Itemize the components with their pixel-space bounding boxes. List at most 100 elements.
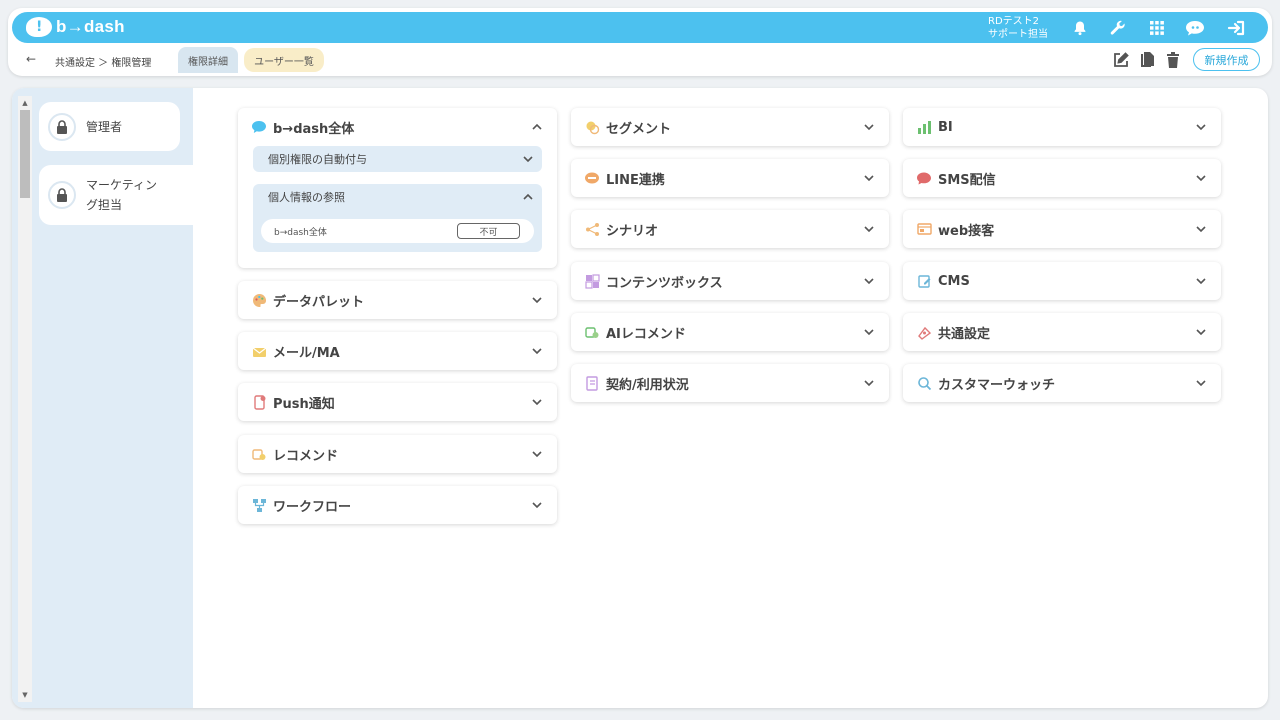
sub-auto-grant[interactable]: 個別権限の自動付与	[253, 146, 542, 172]
panel-header[interactable]: 契約/利用状況	[571, 364, 889, 402]
panel-header[interactable]: web接客	[903, 210, 1221, 248]
tab-permission-detail[interactable]: 権限詳細	[178, 47, 238, 73]
panel-title: web接客	[938, 223, 995, 239]
chevron-down-icon[interactable]	[863, 377, 875, 389]
logout-icon[interactable]	[1226, 17, 1248, 39]
scroll-up-icon[interactable]: ▲	[18, 98, 32, 108]
scroll-thumb[interactable]	[20, 110, 30, 198]
customer-watch-icon	[916, 375, 932, 391]
role-item-admin[interactable]: 管理者	[39, 102, 180, 151]
panel-title: 共通設定	[938, 326, 991, 342]
edit-icon[interactable]	[1111, 50, 1131, 70]
panel-title: AIレコメンド	[606, 326, 686, 342]
chevron-down-icon[interactable]	[531, 396, 543, 408]
scenario-icon	[584, 221, 600, 237]
permission-row: b→dash全体 不可	[261, 219, 534, 243]
sub-title: 個別権限の自動付与	[268, 153, 367, 166]
panel-header[interactable]: カスタマーウォッチ	[903, 364, 1221, 402]
panel-header[interactable]: コンテンツボックス	[571, 262, 889, 300]
sub-title: 個人情報の参照	[268, 191, 345, 204]
chevron-down-icon[interactable]	[863, 275, 875, 287]
panel-header[interactable]: データパレット	[238, 281, 557, 319]
web-icon	[916, 221, 932, 237]
panel-header[interactable]: BI	[903, 108, 1221, 146]
bell-icon[interactable]	[1069, 17, 1091, 39]
scroll-down-icon[interactable]: ▼	[18, 690, 32, 700]
panel-header[interactable]: レコメンド	[238, 435, 557, 473]
panel-item: LINE連携	[571, 159, 889, 197]
panel-item: メール/MA	[238, 332, 557, 370]
trash-icon[interactable]	[1163, 50, 1183, 70]
content-box-icon	[584, 273, 600, 289]
role-sidebar: ▲ ▼ 管理者 マーケティン グ担当	[12, 88, 193, 708]
panel-header[interactable]: セグメント	[571, 108, 889, 146]
sub-navigation: ← 共通設定 ＞ 権限管理 権限詳細 ユーザー一覧 新規作成	[8, 46, 1272, 74]
panel-header[interactable]: LINE連携	[571, 159, 889, 197]
panel-title: レコメンド	[273, 448, 339, 464]
user-info[interactable]: RDテスト2 サポート担当	[988, 15, 1048, 41]
panel-item: レコメンド	[238, 435, 557, 473]
panel-header[interactable]: 共通設定	[903, 313, 1221, 351]
panel-title: シナリオ	[606, 223, 659, 239]
bdash-logo[interactable]: b→dash	[26, 17, 125, 37]
apps-grid-icon[interactable]	[1146, 17, 1168, 39]
panel-item: SMS配信	[903, 159, 1221, 197]
panel-header[interactable]: AIレコメンド	[571, 313, 889, 351]
role-item-marketing[interactable]: マーケティン グ担当	[39, 165, 193, 225]
breadcrumb[interactable]: 共通設定 ＞ 権限管理	[55, 54, 151, 69]
chevron-down-icon[interactable]	[531, 448, 543, 460]
panel-item: データパレット	[238, 281, 557, 319]
permission-toggle-button[interactable]: 不可	[457, 223, 520, 239]
top-bar: b→dash RDテスト2 サポート担当	[12, 12, 1268, 43]
panel-header[interactable]: シナリオ	[571, 210, 889, 248]
workflow-icon	[251, 497, 267, 513]
support-chat-icon[interactable]	[1184, 17, 1206, 39]
panel-item: 契約/利用状況	[571, 364, 889, 402]
panel-header[interactable]: ワークフロー	[238, 486, 557, 524]
chevron-down-icon[interactable]	[863, 326, 875, 338]
panel-title: 契約/利用状況	[606, 377, 689, 393]
sidebar-scrollbar[interactable]: ▲ ▼	[18, 96, 32, 702]
panel-title: ワークフロー	[273, 499, 352, 515]
panel-header[interactable]: Push通知	[238, 383, 557, 421]
chevron-down-icon[interactable]	[1195, 172, 1207, 184]
chevron-down-icon[interactable]	[531, 345, 543, 357]
sub-personal-info[interactable]: 個人情報の参照	[253, 184, 542, 210]
chevron-down-icon[interactable]	[863, 121, 875, 133]
copy-icon[interactable]	[1137, 50, 1157, 70]
chevron-up-icon[interactable]	[522, 191, 534, 203]
chevron-down-icon[interactable]	[863, 223, 875, 235]
lock-icon	[48, 181, 76, 209]
chevron-up-icon[interactable]	[531, 121, 543, 133]
back-arrow-icon[interactable]: ←	[26, 52, 36, 66]
chevron-down-icon[interactable]	[531, 294, 543, 306]
chevron-down-icon[interactable]	[1195, 377, 1207, 389]
chevron-down-icon[interactable]	[531, 499, 543, 511]
panel-title: CMS	[938, 273, 970, 289]
panel-item: AIレコメンド	[571, 313, 889, 351]
tab-user-list[interactable]: ユーザー一覧	[244, 48, 324, 72]
contract-icon	[584, 375, 600, 391]
bi-icon	[916, 119, 932, 135]
logo-text: b→dash	[56, 17, 125, 36]
chevron-down-icon[interactable]	[522, 153, 534, 165]
user-name: RDテスト2	[988, 16, 1040, 27]
panel-header[interactable]: メール/MA	[238, 332, 557, 370]
panel-bdash-overall: b→dash全体 個別権限の自動付与 個人情報の参照 b→dash全体 不可	[238, 108, 557, 268]
new-create-button[interactable]: 新規作成	[1193, 48, 1260, 71]
panel-header[interactable]: CMS	[903, 262, 1221, 300]
chevron-down-icon[interactable]	[1195, 223, 1207, 235]
chevron-down-icon[interactable]	[1195, 326, 1207, 338]
panel-header[interactable]: b→dash全体	[238, 108, 557, 146]
chevron-down-icon[interactable]	[863, 172, 875, 184]
settings-icon	[916, 324, 932, 340]
panel-title: メール/MA	[273, 345, 340, 361]
panel-title: b→dash全体	[273, 121, 355, 137]
line-icon	[584, 170, 600, 186]
chevron-down-icon[interactable]	[1195, 275, 1207, 287]
chevron-down-icon[interactable]	[1195, 121, 1207, 133]
panel-item: カスタマーウォッチ	[903, 364, 1221, 402]
wrench-icon[interactable]	[1107, 17, 1129, 39]
panel-header[interactable]: SMS配信	[903, 159, 1221, 197]
bdash-icon	[251, 119, 267, 135]
